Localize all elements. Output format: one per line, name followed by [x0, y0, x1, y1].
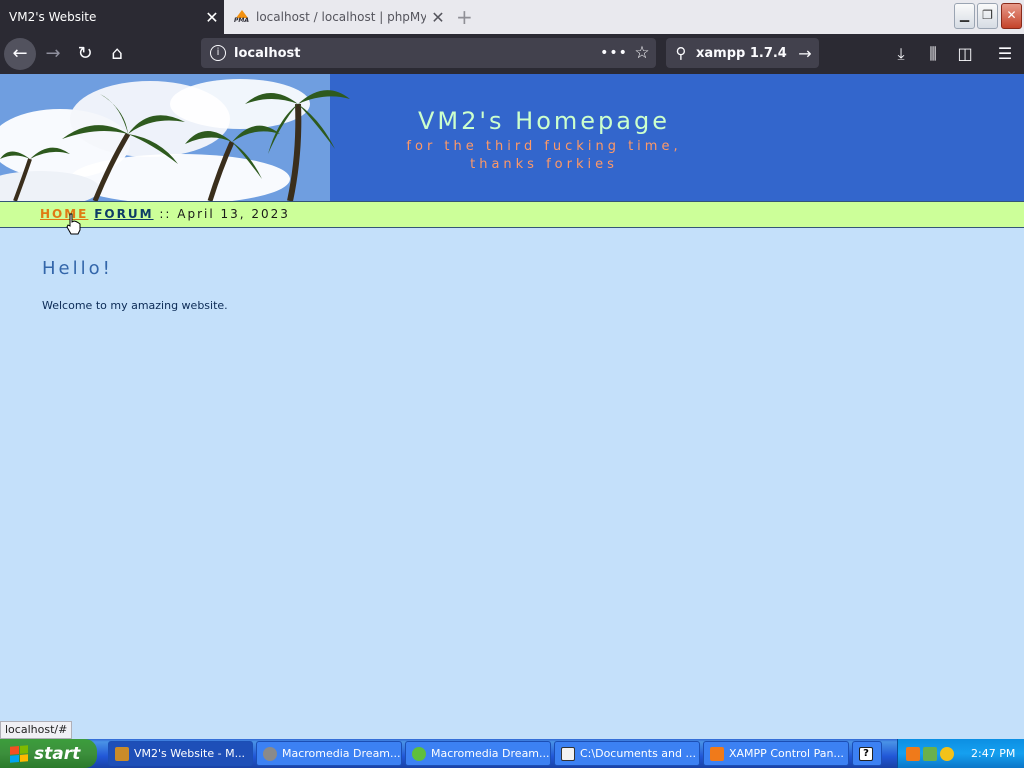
close-tab-icon[interactable]: ✕ — [200, 8, 224, 27]
taskbar-item-label: C:\Documents and ... — [580, 747, 696, 760]
downloads-icon[interactable]: ⤓ — [885, 38, 917, 70]
tab-phpmyadmin[interactable]: PMA localhost / localhost | phpMyAdmin ✕ — [226, 0, 450, 34]
url-text[interactable]: localhost — [234, 46, 600, 61]
info-icon[interactable]: i — [210, 45, 226, 61]
minimize-button[interactable]: ▁ — [954, 3, 975, 29]
taskbar-item-dreamweaver-2[interactable]: Macromedia Dream... — [405, 741, 551, 766]
taskbar-item-7zip[interactable]: C:\Documents and ... — [554, 741, 700, 766]
hand-cursor-icon — [66, 213, 81, 235]
library-icon[interactable]: ⫼ — [917, 38, 949, 70]
taskbar-item-dreamweaver-1[interactable]: Macromedia Dream... — [256, 741, 402, 766]
address-bar[interactable]: i localhost ••• ☆ — [201, 38, 656, 68]
search-tray-icon[interactable] — [940, 746, 954, 761]
site-nav: HOME FORUM :: April 13, 2023 — [0, 201, 1024, 228]
close-tab-icon[interactable]: ✕ — [426, 8, 450, 27]
sidebar-icon[interactable]: ◫ — [949, 38, 981, 70]
7zip-icon — [561, 746, 575, 761]
xampp-icon — [710, 746, 724, 761]
network-tray-icon[interactable] — [923, 746, 937, 761]
page-actions-icon[interactable]: ••• — [600, 45, 628, 61]
taskbar-item-help[interactable]: ? — [852, 741, 882, 766]
system-tray: 2:47 PM — [897, 739, 1024, 768]
site-banner: VM2's Homepage for the third fucking tim… — [0, 74, 1024, 201]
palm-tree-photo — [0, 74, 382, 201]
nav-date: April 13, 2023 — [177, 207, 290, 221]
taskbar-item-label: XAMPP Control Pan... — [729, 747, 844, 760]
page-heading: Hello! — [42, 258, 113, 279]
help-icon: ? — [859, 746, 873, 761]
taskbar-item-label: Macromedia Dream... — [282, 747, 401, 760]
back-arrow-icon[interactable]: ← — [4, 38, 36, 70]
reload-icon[interactable]: ↻ — [69, 38, 101, 70]
taskbar-item-label: Macromedia Dream... — [431, 747, 550, 760]
link-status-tooltip: localhost/# — [0, 721, 73, 739]
forward-arrow-icon[interactable]: → — [37, 38, 69, 70]
windows-flag-icon — [10, 744, 28, 763]
restore-button[interactable]: ❐ — [977, 3, 998, 29]
home-icon[interactable]: ⌂ — [101, 38, 133, 70]
clock[interactable]: 2:47 PM — [971, 747, 1015, 760]
site-subtitle-line1: for the third fucking time, — [406, 139, 682, 154]
tab-strip: VM2's Website ✕ PMA localhost / localhos… — [0, 0, 1024, 34]
search-bar[interactable]: ⚲ xampp 1.7.4 → — [666, 38, 819, 68]
web-page: VM2's Homepage for the third fucking tim… — [0, 74, 1024, 739]
dreamweaver-icon — [412, 746, 426, 761]
tab-vm2-website[interactable]: VM2's Website ✕ — [0, 0, 224, 34]
tab-title: VM2's Website — [9, 10, 97, 24]
windows-taskbar: start VM2's Website - M... Macromedia Dr… — [0, 739, 1024, 768]
taskbar-item-label: VM2's Website - M... — [134, 747, 246, 760]
start-label: start — [34, 743, 81, 764]
nav-toolbar: ← → ↻ ⌂ i localhost ••• ☆ ⚲ xampp 1.7.4 … — [0, 34, 1024, 74]
site-title: VM2's Homepage — [418, 107, 670, 135]
search-icon: ⚲ — [675, 44, 687, 62]
search-go-arrow-icon[interactable]: → — [791, 44, 819, 63]
phpmyadmin-icon: PMA — [234, 10, 250, 24]
bookmark-star-icon[interactable]: ☆ — [628, 43, 656, 63]
start-button[interactable]: start — [0, 739, 97, 768]
close-window-button[interactable]: ✕ — [1001, 3, 1022, 29]
nav-separator: :: — [153, 207, 178, 221]
site-subtitle-line2: thanks forkies — [470, 157, 618, 172]
nav-link-forum[interactable]: FORUM — [94, 207, 153, 221]
dreamweaver-icon — [263, 746, 277, 761]
intro-text: Welcome to my amazing website. — [42, 299, 228, 312]
search-input[interactable]: xampp 1.7.4 — [696, 46, 791, 61]
new-tab-icon[interactable]: + — [456, 5, 473, 29]
firefox-icon — [115, 746, 129, 761]
taskbar-item-firefox[interactable]: VM2's Website - M... — [108, 741, 253, 766]
hamburger-menu-icon[interactable]: ☰ — [989, 38, 1021, 70]
xampp-tray-icon[interactable] — [906, 746, 920, 761]
tab-title: localhost / localhost | phpMyAdmin — [256, 10, 426, 24]
taskbar-item-xampp[interactable]: XAMPP Control Pan... — [703, 741, 849, 766]
